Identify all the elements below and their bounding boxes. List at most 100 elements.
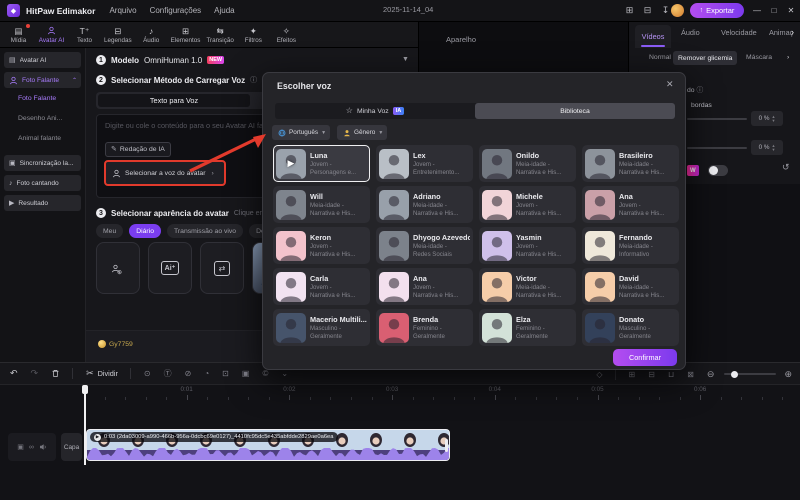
trash-icon[interactable] <box>51 369 60 378</box>
tab-audio-props[interactable]: Áudio <box>681 28 700 37</box>
playhead-handle[interactable] <box>82 385 88 394</box>
second-slider[interactable] <box>687 147 747 149</box>
ribbon-item-mdia[interactable]: ▤ Mídia <box>2 22 35 47</box>
text-box-icon[interactable]: Ⓣ <box>164 368 172 379</box>
feature-toggle[interactable] <box>708 165 728 176</box>
voice-card-dhyogoazevedo[interactable]: Dhyogo Azevedo Meia-idade - Redes Sociais <box>376 227 473 264</box>
keyframe-icon[interactable]: ◇ <box>596 370 602 379</box>
info-icon[interactable]: ⓘ <box>250 75 257 85</box>
tab-text-to-voice[interactable]: Texto para Voz <box>98 94 250 107</box>
export-button[interactable]: ↑ Exportar <box>690 3 744 18</box>
voice-card-will[interactable]: Will Meia-idade - Narrativa e His... <box>273 186 370 223</box>
appearance-tab-transmissoaovivo[interactable]: Transmissão ao vivo <box>167 224 244 238</box>
sidebar-item-avatar-ai[interactable]: ▤ Avatar AI <box>4 52 81 68</box>
swap-avatar-card[interactable]: ⇄ <box>200 242 244 294</box>
subtab-mask[interactable]: Máscara <box>746 54 772 61</box>
strike-icon[interactable]: ⊘ <box>185 368 192 379</box>
stepper-arrows-icon[interactable]: ▲ ▼ <box>771 143 775 152</box>
grid-icon[interactable]: ⊞ <box>629 370 636 379</box>
ai-avatar-card[interactable]: Ai⁺ <box>148 242 192 294</box>
select-avatar-voice-button[interactable]: Selecionar a voz do avatar › <box>104 160 226 186</box>
voice-card-brenda[interactable]: Brenda Feminino - Geralmente <box>376 309 473 346</box>
sidebar-item-foto-falante[interactable]: Foto Falante ⌃ <box>4 72 81 88</box>
split-icon[interactable]: ✂ <box>86 368 94 379</box>
stepper-arrows-icon[interactable]: ▲ ▼ <box>771 114 775 123</box>
edge-slider[interactable] <box>687 118 747 120</box>
layout-icon[interactable]: ⊞ <box>622 3 637 18</box>
sidebar-item-desenho-ani[interactable]: Desenho Ani... <box>18 115 62 122</box>
subtab-remove-bg[interactable]: Remover glicemia <box>673 51 738 65</box>
video-clip[interactable]: ▶ 0:03 (2da03009-a990-466b-956a-0dcbc69e… <box>86 429 450 461</box>
voice-card-david[interactable]: David Meia-idade - Narrativa e His... <box>582 268 679 305</box>
sidebar-item-foto-falante[interactable]: Foto Falante <box>18 95 56 102</box>
fit-timeline-icon[interactable]: ⊠ <box>687 370 694 379</box>
feedback-icon[interactable]: ⊟ <box>640 3 655 18</box>
gender-filter[interactable]: Gênero ▼ <box>337 125 387 140</box>
subtabs-overflow-chevron-icon[interactable]: › <box>787 54 789 61</box>
timeline-ruler[interactable]: 0:01 0:02 0:03 0:04 0:05 0:06 <box>0 385 800 401</box>
menu-ajuda[interactable]: Ajuda <box>214 6 234 15</box>
user-avatar[interactable] <box>671 4 684 17</box>
voice-card-keron[interactable]: Keron Jovem - Narrativa e His... <box>273 227 370 264</box>
voice-card-donato[interactable]: Donato Masculino - Geralmente <box>582 309 679 346</box>
tabs-overflow-chevron-icon[interactable]: › <box>791 27 794 37</box>
voice-card-ana[interactable]: Ana Jovem - Narrativa e His... <box>582 186 679 223</box>
tab-speed[interactable]: Velocidade <box>721 28 757 37</box>
tab-animation[interactable]: Animaç <box>769 28 793 37</box>
redo-icon[interactable]: ↷ <box>31 368 39 379</box>
sidebar-item-resultado[interactable]: ▶ Resultado <box>4 195 81 211</box>
sidebar-item-foto-cantando[interactable]: ♪ Foto cantando <box>4 175 81 191</box>
voice-card-carla[interactable]: Carla Jovem - Narrativa e His... <box>273 268 370 305</box>
sidebar-item-animal-falante[interactable]: Animal falante <box>18 135 61 142</box>
tab-my-voice[interactable]: ☆ Minha Voz IA <box>275 103 475 119</box>
zoom-in-icon[interactable]: ⊕ <box>784 369 792 380</box>
track-mute-icon[interactable] <box>39 443 47 451</box>
tab-videos[interactable]: Vídeos <box>635 25 671 48</box>
undo-icon[interactable]: ↶ <box>10 368 18 379</box>
track-link-icon[interactable]: ∞ <box>29 444 34 451</box>
sticker-icon[interactable]: ▣ <box>242 368 250 379</box>
ribbon-item-udio[interactable]: ♪ Áudio <box>135 22 168 47</box>
dialog-close-icon[interactable]: ✕ <box>666 79 674 90</box>
voice-card-maceriomultili[interactable]: Macerio Multili... Masculino - Geralmente <box>273 309 370 346</box>
ribbon-item-elementos[interactable]: ⊞ Elementos <box>168 22 204 47</box>
upload-avatar-card[interactable]: ⊕ <box>96 242 140 294</box>
subtab-normal[interactable]: Normal <box>649 54 671 61</box>
cover-button[interactable]: Capa <box>61 433 82 461</box>
voice-card-victor[interactable]: Victor Meia-idade - Narrativa e His... <box>479 268 576 305</box>
gauge-icon[interactable]: ◔ <box>204 368 209 379</box>
model-dropdown-chevron-icon[interactable]: ▼ <box>402 56 409 63</box>
voice-card-michele[interactable]: Michele Jovem - Narrativa e His... <box>479 186 576 223</box>
minimize-button[interactable]: — <box>749 3 765 18</box>
clip-trim-handle[interactable] <box>445 439 448 452</box>
voice-card-lex[interactable]: Lex Jovem - Entretenimento... <box>376 145 473 182</box>
menu-configuracoes[interactable]: Configurações <box>150 6 202 15</box>
voice-card-elza[interactable]: Elza Feminino - Geralmente <box>479 309 576 346</box>
playhead[interactable] <box>82 385 88 465</box>
reset-icon[interactable]: ↺ <box>782 162 790 173</box>
voice-card-yasmin[interactable]: Yasmin Jovem - Narrativa e His... <box>479 227 576 264</box>
menu-arquivo[interactable]: Arquivo <box>109 6 136 15</box>
tray-icon[interactable]: ⊔ <box>668 370 674 379</box>
ai-writing-button[interactable]: ✎ Redação de IA <box>105 142 171 157</box>
credits-counter[interactable]: Gy7759 <box>98 340 133 348</box>
crop-icon[interactable]: ⊡ <box>222 368 229 379</box>
edge-value-stepper[interactable]: 0 % ▲ ▼ <box>751 111 783 126</box>
voice-card-brasileiro[interactable]: Brasileiro Meia-idade - Narrativa e His... <box>582 145 679 182</box>
ribbon-item-texto[interactable]: T⁺ Texto <box>68 22 101 47</box>
ribbon-item-efeitos[interactable]: ✧ Efeitos <box>270 22 303 47</box>
voice-card-onildo[interactable]: Onildo Meia-idade - Narrativa e His... <box>479 145 576 182</box>
voice-card-adriano[interactable]: Adriano Meia-idade - Narrativa e His... <box>376 186 473 223</box>
voice-card-fernando[interactable]: Fernando Meia-idade - Informativo <box>582 227 679 264</box>
panel-icon[interactable]: ⊟ <box>648 370 655 379</box>
appearance-tab-dirio[interactable]: Diário <box>129 224 161 238</box>
sidebar-item-sincroniza-o-la[interactable]: ▣ Sincronização la... <box>4 155 81 171</box>
close-button[interactable]: ✕ <box>783 3 799 18</box>
language-filter[interactable]: Português ▼ <box>272 125 330 140</box>
voice-card-luna[interactable]: ▶ Luna Jovem - Personagens e... <box>273 145 370 182</box>
maximize-button[interactable]: □ <box>766 3 782 18</box>
model-row[interactable]: 1 Modelo OmniHuman 1.0 NEW <box>96 55 225 65</box>
ribbon-item-avatarai[interactable]: Avatar AI <box>35 22 68 47</box>
ribbon-item-legendas[interactable]: ⊟ Legendas <box>101 22 135 47</box>
record-icon[interactable]: ⊙ <box>144 368 151 379</box>
